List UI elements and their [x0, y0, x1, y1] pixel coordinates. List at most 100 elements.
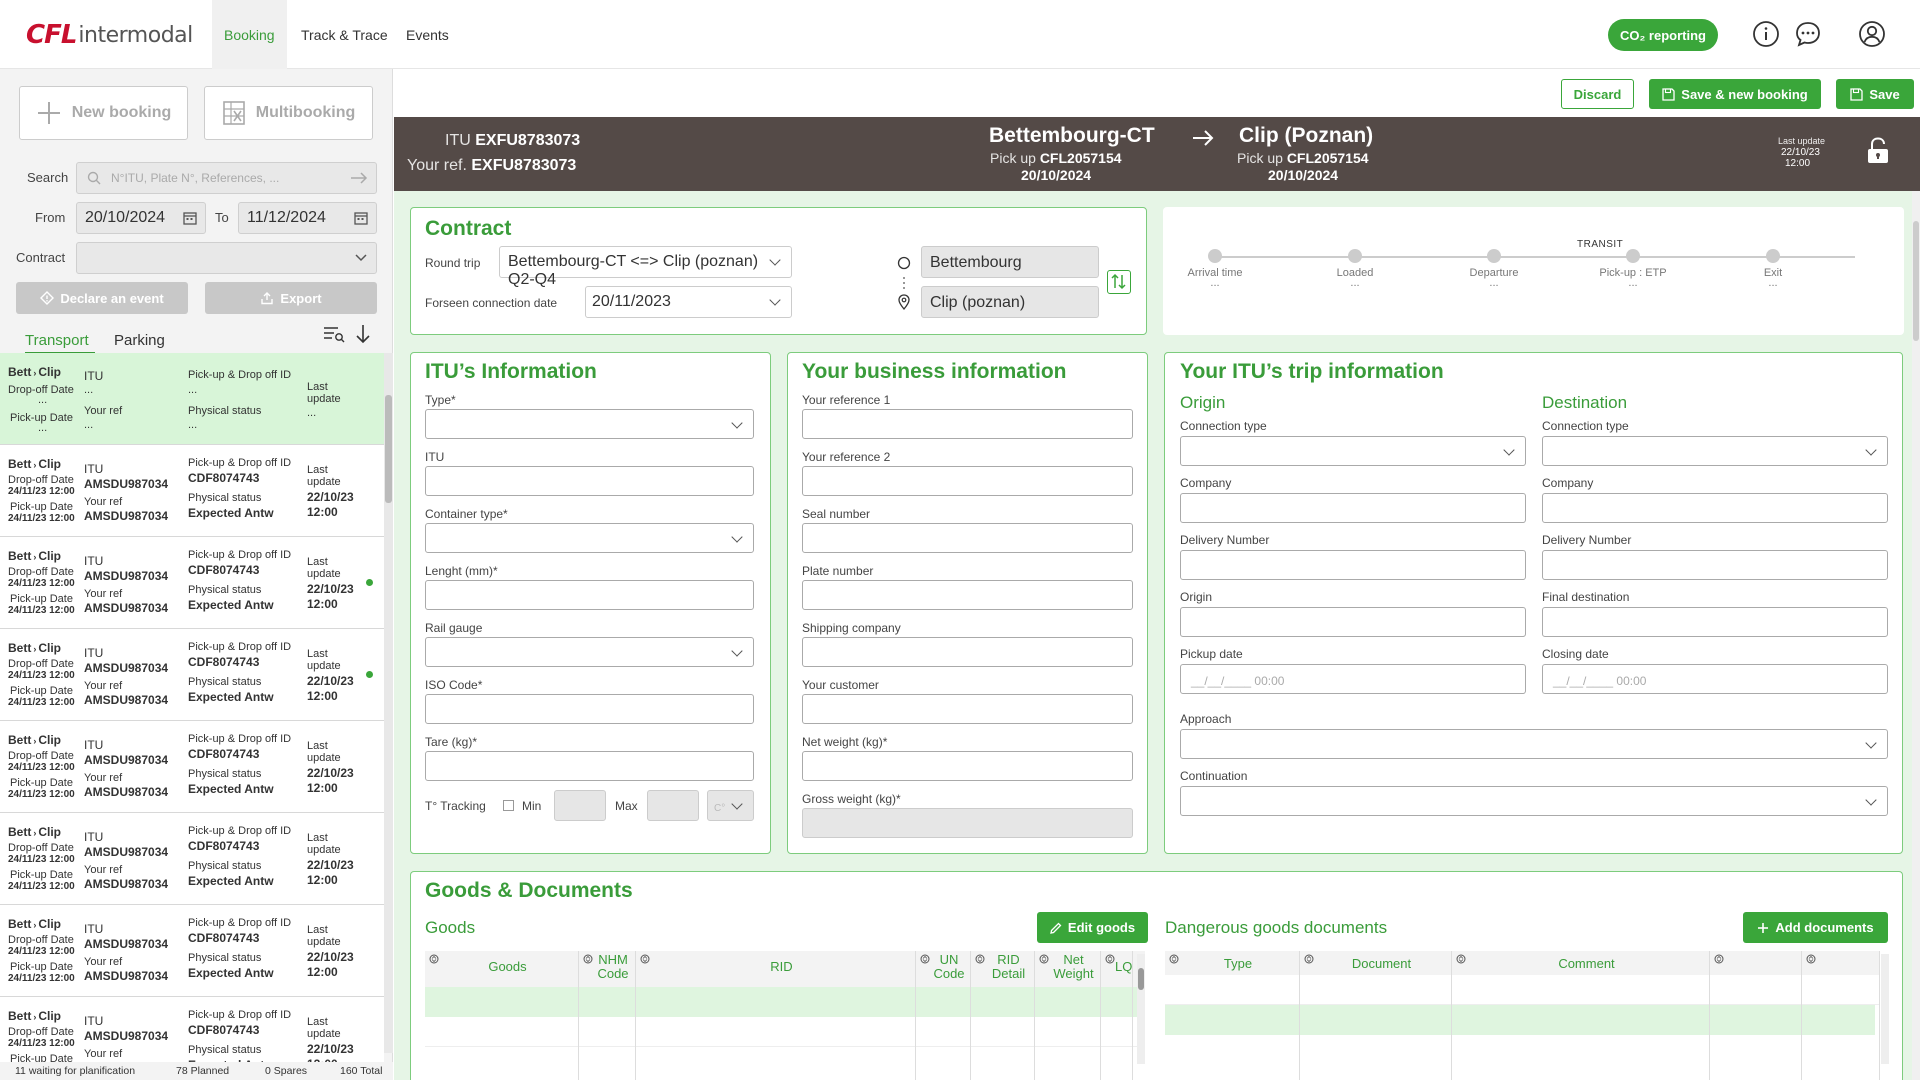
origin-company-input[interactable] — [1180, 493, 1526, 523]
business-field-input[interactable] — [802, 580, 1133, 610]
goods-column-header[interactable]: Goods — [439, 960, 576, 974]
origin-input[interactable] — [1180, 607, 1526, 637]
booking-list-item[interactable]: Bett › Clip Drop-off Date 24/11/23 12:00 Pick… — [0, 813, 384, 905]
length-input[interactable] — [425, 580, 754, 610]
business-field-input[interactable] — [802, 409, 1133, 439]
round-trip-select[interactable]: Bettembourg-CT <=> Clip (poznan) Q2-Q4 — [499, 246, 792, 288]
co2-reporting-button[interactable]: CO₂ reporting — [1608, 19, 1718, 51]
business-field-input[interactable] — [802, 637, 1133, 667]
main-scrollbar[interactable] — [1912, 191, 1920, 1080]
goods-column-header[interactable]: RID — [650, 960, 913, 974]
rail-gauge-select[interactable] — [425, 637, 754, 667]
container-type-select[interactable] — [425, 523, 754, 553]
booking-list-item[interactable]: Bett › Clip Drop-off Date ... Pick-up Date… — [0, 353, 384, 445]
connection-date-value: 20/11/2023 — [592, 293, 671, 310]
temperature-tracking-checkbox[interactable] — [503, 800, 514, 811]
approach-select[interactable] — [1180, 729, 1888, 759]
sort-down-icon[interactable] — [355, 324, 371, 344]
save-and-new-booking-button[interactable]: Save & new booking — [1649, 79, 1821, 109]
new-booking-button[interactable]: New booking — [19, 86, 188, 140]
business-field-input[interactable] — [802, 466, 1133, 496]
sort-icon[interactable] — [1169, 954, 1179, 964]
calendar-icon[interactable] — [183, 211, 197, 225]
sort-icon[interactable] — [1456, 954, 1466, 964]
destination-connection-type-select[interactable] — [1542, 436, 1888, 466]
booking-list-item[interactable]: Bett › Clip Drop-off Date 24/11/23 12:00 Pick… — [0, 629, 384, 721]
dg-column-header[interactable]: Type — [1179, 956, 1297, 971]
nav-tab-track-trace[interactable]: Track & Trace — [289, 0, 400, 69]
sort-icon[interactable] — [1039, 954, 1049, 964]
declare-event-button[interactable]: Declare an event — [16, 282, 188, 314]
unlock-icon[interactable] — [1866, 137, 1890, 165]
goods-column-header[interactable]: RID Detail — [985, 953, 1032, 981]
sort-icon[interactable] — [920, 954, 930, 964]
export-button[interactable]: Export — [205, 282, 377, 314]
chat-icon[interactable] — [1794, 20, 1822, 48]
user-account-icon[interactable] — [1858, 20, 1886, 48]
sort-icon[interactable] — [640, 954, 650, 964]
save-button[interactable]: Save — [1836, 79, 1914, 109]
calendar-icon[interactable] — [354, 211, 368, 225]
continuation-select[interactable] — [1180, 786, 1888, 816]
origin-connection-type-select[interactable] — [1180, 436, 1526, 466]
sort-icon[interactable] — [1714, 954, 1724, 964]
goods-column-header[interactable]: NHM Code — [593, 953, 633, 981]
business-field-input[interactable] — [802, 751, 1133, 781]
multibooking-button[interactable]: Multibooking — [204, 86, 373, 140]
round-trip-value: Bettembourg-CT <=> Clip (poznan) Q2-Q4 — [508, 253, 759, 288]
goods-table-scrollbar[interactable] — [1137, 954, 1145, 1064]
sidebar-scrollbar[interactable] — [384, 353, 393, 1053]
edit-goods-button[interactable]: Edit goods — [1037, 912, 1148, 943]
tab-transport[interactable]: Transport — [25, 332, 89, 349]
search-input[interactable]: N°ITU, Plate N°, References, ... — [76, 162, 377, 194]
to-date-input[interactable]: 11/12/2024 — [238, 202, 377, 234]
scrollbar-thumb[interactable] — [1913, 221, 1919, 341]
connection-date-select[interactable]: 20/11/2023 — [585, 286, 792, 318]
destination-delivery-number-input[interactable] — [1542, 550, 1888, 580]
sort-icon[interactable] — [429, 954, 439, 964]
tab-parking[interactable]: Parking — [114, 332, 165, 349]
contract-select[interactable] — [76, 242, 377, 274]
goods-column-header[interactable]: LQ — [1115, 960, 1132, 974]
sort-icon[interactable] — [1304, 954, 1314, 964]
booking-list-item[interactable]: Bett › Clip Drop-off Date 24/11/23 12:00 Pick… — [0, 537, 384, 629]
discard-button[interactable]: Discard — [1561, 79, 1634, 109]
business-field-label: Gross weight (kg)* — [802, 792, 901, 806]
goods-column-header[interactable]: UN Code — [930, 953, 968, 981]
type-select[interactable] — [425, 409, 754, 439]
save-icon — [1850, 87, 1863, 101]
dg-table-scrollbar[interactable] — [1881, 954, 1889, 1064]
business-field-input[interactable] — [802, 523, 1133, 553]
booking-list-item[interactable]: Bett › Clip Drop-off Date 24/11/23 12:00 Pick… — [0, 721, 384, 813]
scrollbar-thumb[interactable] — [385, 395, 392, 503]
closing-date-input[interactable]: __/__/____ 00:00 — [1542, 664, 1888, 694]
itu-input[interactable] — [425, 466, 754, 496]
add-documents-button[interactable]: Add documents — [1743, 912, 1888, 943]
final-destination-input[interactable] — [1542, 607, 1888, 637]
nav-tab-events[interactable]: Events — [394, 0, 461, 69]
tare-input[interactable] — [425, 751, 754, 781]
sort-icon[interactable] — [975, 954, 985, 964]
nav-tab-booking[interactable]: Booking — [212, 0, 287, 69]
dg-column-header[interactable]: Comment — [1466, 956, 1707, 971]
booking-summary-header: ITU EXFU8783073 Your ref. EXFU8783073 Be… — [394, 117, 1920, 191]
pickup-date-input[interactable]: __/__/____ 00:00 — [1180, 664, 1526, 694]
sort-icon[interactable] — [1806, 954, 1816, 964]
iso-code-input[interactable] — [425, 694, 754, 724]
info-icon[interactable] — [1752, 20, 1780, 48]
dg-column-header[interactable]: Document — [1314, 956, 1449, 971]
booking-list-item[interactable]: Bett › Clip Drop-off Date 24/11/23 12:00 Pick… — [0, 445, 384, 537]
from-date-input[interactable]: 20/10/2024 — [76, 202, 206, 234]
goods-column-header[interactable]: Net Weight — [1049, 953, 1098, 981]
temp-unit-select: C° — [707, 790, 754, 821]
cfl-intermodal-logo[interactable]: CFL intermodal — [26, 18, 193, 52]
business-field-input[interactable] — [802, 694, 1133, 724]
origin-delivery-number-input[interactable] — [1180, 550, 1526, 580]
swap-direction-button[interactable] — [1107, 270, 1131, 294]
arrow-right-icon[interactable] — [350, 171, 368, 185]
filter-list-icon[interactable] — [323, 325, 345, 343]
booking-list-item[interactable]: Bett › Clip Drop-off Date 24/11/23 12:00 Pick… — [0, 905, 384, 997]
sort-icon[interactable] — [583, 954, 593, 964]
sort-icon[interactable] — [1105, 954, 1115, 964]
destination-company-input[interactable] — [1542, 493, 1888, 523]
